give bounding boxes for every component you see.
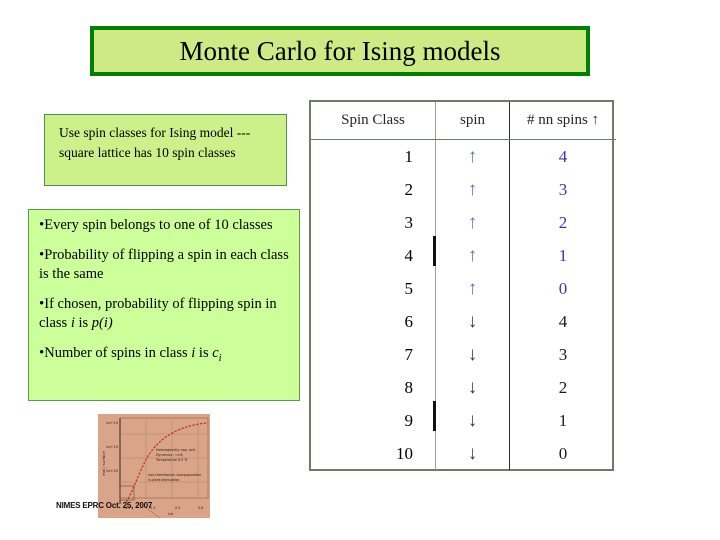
svg-text:non-Hamiltonian slowpopulation: non-Hamiltonian slowpopulation	[148, 473, 201, 477]
note-box: Use spin classes for Ising model --- squ…	[44, 114, 287, 186]
table-row: 9 ↓ 1	[311, 404, 616, 437]
svg-text:Temperature 0.5 Tc: Temperature 0.5 Tc	[155, 458, 188, 462]
svg-text:1e+10: 1e+10	[106, 445, 119, 449]
table-body: 1 ↑ 4 2 ↑ 3 3 ↑ 2 4 ↑ 1 5 ↑ 0 6 ↓ 4 7 ↓ …	[311, 139, 616, 470]
table-row: 8 ↓ 2	[311, 371, 616, 404]
svg-text:Dynamics : n=6,: Dynamics : n=6,	[156, 453, 183, 457]
cell-spin-arrow-up-icon: ↑	[435, 173, 510, 206]
cell-spin-class: 9	[404, 410, 414, 430]
list-item: •Number of spins in class i is ci	[39, 344, 291, 365]
svg-text:1e+20: 1e+20	[106, 469, 119, 473]
cell-spin-class: 4	[404, 245, 414, 265]
cell-spin-arrow-up-icon: ↑	[435, 139, 510, 173]
cell-spin-class: 7	[404, 344, 414, 364]
class-divider-tick-upper	[433, 236, 436, 266]
list-item-label: Number of spins in class	[44, 344, 192, 361]
cell-spin-arrow-down-icon: ↓	[435, 437, 510, 470]
bullet-list-box: •Every spin belongs to one of 10 classes…	[28, 209, 300, 401]
cell-spin-class: 2	[404, 179, 414, 199]
slide-title-inner: Monte Carlo for Ising models	[94, 30, 586, 72]
list-item: •If chosen, probability of flipping spin…	[39, 295, 291, 333]
table-row: 4 ↑ 1	[311, 239, 616, 272]
list-item-label: Every spin belongs to one of 10 classes	[44, 217, 273, 233]
svg-text:0.5: 0.5	[175, 506, 180, 510]
cell-spin-arrow-down-icon: ↓	[435, 338, 510, 371]
cell-spin-class: 5	[404, 278, 414, 298]
cell-spin-class: 10	[396, 443, 413, 463]
page-title: Monte Carlo for Ising models	[179, 35, 501, 66]
table-row: 6 ↓ 4	[311, 305, 616, 338]
svg-text:mol / surface: mol / surface	[101, 451, 106, 476]
list-item-subscript: i	[218, 352, 222, 364]
svg-text:0.8: 0.8	[198, 506, 203, 510]
list-item-label: Probability of flipping a spin in each c…	[39, 247, 289, 283]
cell-spin-arrow-up-icon: ↑	[435, 239, 510, 272]
table-row: 1 ↑ 4	[311, 139, 616, 173]
svg-text:Lat: Lat	[168, 512, 174, 516]
column-header-nn-spins: # nn spins ↑	[509, 102, 616, 140]
list-item: •Probability of flipping a spin in each …	[39, 246, 291, 284]
cell-nn-spins: 0	[509, 272, 616, 305]
footer-conference-label: NIMES EPRC Oct. 25, 2007	[56, 501, 153, 510]
note-box-text: Use spin classes for Ising model --- squ…	[59, 125, 251, 160]
cell-nn-spins: 0	[509, 437, 616, 470]
table-row: 5 ↑ 0	[311, 272, 616, 305]
cell-spin-class: 8	[404, 377, 414, 397]
list-item-mid: is	[74, 315, 92, 332]
spin-class-table: Spin Class spin # nn spins ↑ 1 ↑ 4 2 ↑ 3…	[311, 102, 616, 470]
column-header-spin-class: Spin Class	[311, 102, 436, 140]
cell-nn-spins: 3	[509, 173, 616, 206]
cell-spin-arrow-up-icon: ↑	[435, 272, 510, 305]
slide-title-banner: Monte Carlo for Ising models	[90, 26, 590, 76]
class-divider-tick-lower	[433, 401, 436, 431]
cell-spin-class: 6	[404, 311, 414, 331]
table-row: 10 ↓ 0	[311, 437, 616, 470]
cell-nn-spins: 2	[509, 371, 616, 404]
cell-spin-arrow-down-icon: ↓	[435, 404, 510, 437]
list-item-italic-expr: p(i)	[91, 315, 113, 332]
cell-nn-spins: 1	[509, 404, 616, 437]
table-header-row: Spin Class spin # nn spins ↑	[311, 102, 616, 140]
list-item-mid: is	[195, 344, 213, 361]
table-row: 2 ↑ 3	[311, 173, 616, 206]
table-row: 7 ↓ 3	[311, 338, 616, 371]
svg-text:Heterogeneity nog. acti.: Heterogeneity nog. acti.	[156, 448, 196, 452]
svg-text:in-plane attenuation: in-plane attenuation	[148, 478, 180, 482]
spin-class-table-container: Spin Class spin # nn spins ↑ 1 ↑ 4 2 ↑ 3…	[309, 100, 616, 471]
cell-spin-arrow-down-icon: ↓	[435, 371, 510, 404]
cell-spin-class: 1	[404, 146, 414, 166]
cell-spin-arrow-down-icon: ↓	[435, 305, 510, 338]
cell-nn-spins: 3	[509, 338, 616, 371]
cell-nn-spins: 4	[509, 139, 616, 173]
cell-nn-spins: 1	[509, 239, 616, 272]
column-header-spin: spin	[435, 102, 510, 140]
cell-nn-spins: 2	[509, 206, 616, 239]
cell-spin-arrow-up-icon: ↑	[435, 206, 510, 239]
cell-nn-spins: 4	[509, 305, 616, 338]
list-item: •Every spin belongs to one of 10 classes	[39, 216, 291, 235]
table-row: 3 ↑ 2	[311, 206, 616, 239]
cell-spin-class: 3	[404, 212, 414, 232]
svg-text:1e+10: 1e+10	[106, 421, 119, 425]
